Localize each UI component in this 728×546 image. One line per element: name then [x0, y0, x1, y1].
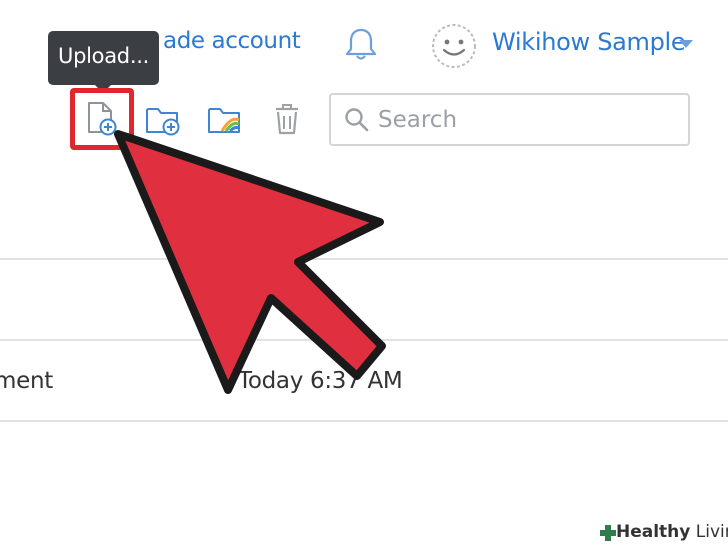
search-input[interactable] [378, 101, 678, 139]
new-folder-icon[interactable] [144, 100, 182, 138]
trash-icon[interactable] [268, 100, 306, 138]
upload-file-icon[interactable] [84, 100, 122, 138]
user-menu-name[interactable]: Wikihow Sample [492, 28, 686, 56]
avatar[interactable] [430, 22, 478, 70]
table-row-divider [0, 420, 728, 422]
caret-down-icon[interactable] [679, 40, 693, 48]
healthy-living-logo-icon [600, 525, 616, 541]
bell-icon[interactable] [344, 26, 378, 62]
table-row-name[interactable]: ment [0, 368, 53, 394]
table-header-top-divider [0, 258, 728, 260]
upgrade-account-link[interactable]: ade account [163, 28, 301, 54]
search-icon [345, 108, 369, 132]
tooltip-text: Upload... [58, 44, 149, 68]
table-row-modified: Today 6:37 AM [238, 368, 403, 394]
shared-folder-icon[interactable] [206, 100, 244, 138]
watermark-text: Healthy Living [616, 522, 728, 542]
table-header-divider [0, 339, 728, 341]
